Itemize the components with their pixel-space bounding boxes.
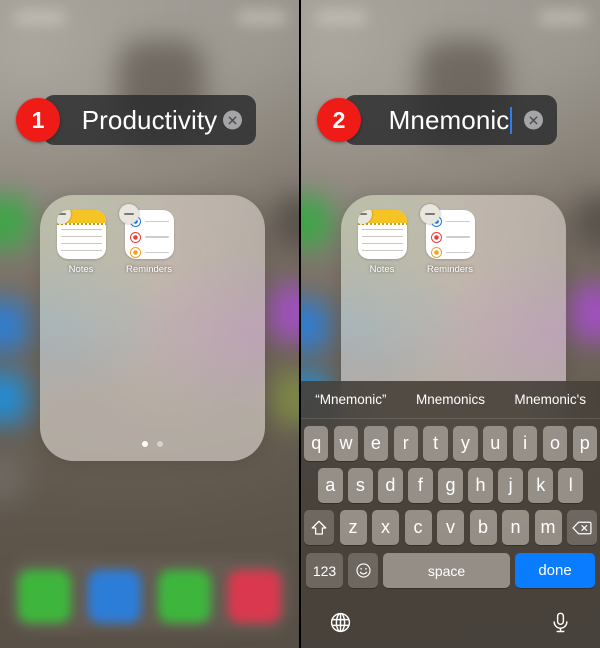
key-i[interactable]: i bbox=[512, 426, 538, 461]
app-label-notes: Notes bbox=[68, 264, 94, 275]
key-f[interactable]: f bbox=[408, 468, 433, 503]
key-b[interactable]: b bbox=[469, 510, 497, 545]
folder-app-reminders[interactable]: Reminders bbox=[115, 204, 183, 275]
status-bar-right-blur-2 bbox=[538, 11, 588, 24]
status-bar-right-blur bbox=[237, 11, 287, 24]
status-bar-left-blur-2 bbox=[315, 11, 367, 24]
keyboard-row-1: q w e r t y u i o p bbox=[301, 426, 600, 461]
app-label-notes-2: Notes bbox=[369, 264, 395, 275]
on-screen-keyboard: “Mnemonic” Mnemonics Mnemonic's q w e r … bbox=[301, 381, 600, 648]
shift-icon[interactable] bbox=[304, 510, 334, 545]
dock-safari-icon[interactable] bbox=[88, 569, 142, 623]
microphone-dictation-icon[interactable] bbox=[549, 611, 572, 634]
key-l[interactable]: l bbox=[558, 468, 584, 503]
emoji-smiley-icon[interactable] bbox=[348, 553, 378, 588]
key-t[interactable]: t bbox=[423, 426, 448, 461]
keyboard-row-4: 123 space done bbox=[301, 553, 600, 588]
key-k[interactable]: k bbox=[528, 468, 553, 503]
suggestion-1[interactable]: Mnemonics bbox=[401, 392, 501, 407]
folder-app-grid: Notes Reminders bbox=[40, 204, 265, 275]
clear-text-icon[interactable]: ✕ bbox=[223, 110, 242, 130]
reminders-icon[interactable] bbox=[419, 204, 475, 259]
key-m[interactable]: m bbox=[534, 510, 562, 545]
folder-name-input[interactable]: Productivity ✕ bbox=[43, 95, 256, 145]
dock-messages-icon[interactable] bbox=[157, 569, 211, 623]
folder-app-notes[interactable]: Notes bbox=[47, 210, 115, 275]
panel-step-2: Notes Reminders 2 Mnemonic ✕ “Mnemonic” … bbox=[301, 0, 600, 648]
folder-name-row: 1 Productivity ✕ bbox=[0, 95, 299, 145]
notes-icon[interactable] bbox=[357, 210, 407, 259]
numeric-keyboard-button[interactable]: 123 bbox=[306, 553, 343, 588]
app-label-reminders: Reminders bbox=[126, 264, 172, 275]
key-a[interactable]: a bbox=[317, 468, 343, 503]
app-label-reminders-2: Reminders bbox=[427, 264, 473, 275]
step-badge-2: 2 bbox=[317, 98, 361, 142]
folder-name-value: Productivity bbox=[81, 104, 218, 135]
key-v[interactable]: v bbox=[437, 510, 464, 545]
key-r[interactable]: r bbox=[393, 426, 418, 461]
keyboard-row-2: a s d f g h j k l bbox=[301, 468, 600, 503]
key-q[interactable]: q bbox=[304, 426, 329, 461]
dock-music-icon[interactable] bbox=[227, 569, 281, 623]
key-s[interactable]: s bbox=[348, 468, 373, 503]
delete-backspace-icon[interactable] bbox=[567, 510, 597, 545]
key-h[interactable]: h bbox=[468, 468, 493, 503]
space-key[interactable]: space bbox=[383, 553, 510, 588]
dock bbox=[10, 568, 289, 624]
key-w[interactable]: w bbox=[333, 426, 359, 461]
key-x[interactable]: x bbox=[372, 510, 399, 545]
open-folder-panel: Notes Reminders bbox=[40, 195, 265, 461]
folder-name-row-2: 2 Mnemonic ✕ bbox=[301, 95, 600, 145]
folder-name-input-2[interactable]: Mnemonic ✕ bbox=[344, 95, 557, 145]
key-z[interactable]: z bbox=[339, 510, 367, 545]
autocorrect-suggestion-bar: “Mnemonic” Mnemonics Mnemonic's bbox=[301, 381, 600, 419]
folder-page-dots bbox=[40, 441, 265, 447]
keyboard-bottom-bar bbox=[301, 596, 600, 648]
status-bar-2 bbox=[301, 0, 600, 34]
text-cursor bbox=[510, 106, 513, 134]
delete-app-badge-reminders-2[interactable] bbox=[419, 204, 440, 224]
status-bar bbox=[0, 0, 299, 34]
key-u[interactable]: u bbox=[483, 426, 508, 461]
key-g[interactable]: g bbox=[438, 468, 463, 503]
key-n[interactable]: n bbox=[502, 510, 529, 545]
folder-app-notes-2[interactable]: Notes bbox=[348, 210, 416, 275]
page-dot-1[interactable] bbox=[142, 441, 148, 447]
key-e[interactable]: e bbox=[363, 426, 389, 461]
folder-app-grid-2: Notes Reminders bbox=[341, 204, 566, 275]
suggestion-0[interactable]: “Mnemonic” bbox=[301, 392, 401, 407]
step-badge-1: 1 bbox=[16, 98, 60, 142]
folder-app-reminders-2[interactable]: Reminders bbox=[416, 204, 484, 275]
done-key[interactable]: done bbox=[515, 553, 595, 588]
page-dot-2[interactable] bbox=[157, 441, 163, 447]
globe-language-icon[interactable] bbox=[329, 611, 352, 634]
suggestion-2[interactable]: Mnemonic's bbox=[500, 392, 600, 407]
delete-app-badge-reminders[interactable] bbox=[118, 204, 139, 224]
key-o[interactable]: o bbox=[542, 426, 568, 461]
key-j[interactable]: j bbox=[498, 468, 523, 503]
status-bar-left-blur bbox=[14, 11, 66, 24]
keyboard-row-3: z x c v b n m bbox=[301, 510, 600, 545]
screenshot-stage: Notes Reminders 1 Productivity ✕ Notes R… bbox=[0, 0, 600, 648]
key-p[interactable]: p bbox=[572, 426, 597, 461]
key-y[interactable]: y bbox=[453, 426, 478, 461]
folder-name-value-2: Mnemonic bbox=[388, 104, 510, 135]
panel-step-1: Notes Reminders 1 Productivity ✕ bbox=[0, 0, 299, 648]
clear-text-icon[interactable]: ✕ bbox=[524, 110, 543, 130]
dock-phone-icon[interactable] bbox=[18, 569, 72, 623]
key-d[interactable]: d bbox=[378, 468, 403, 503]
reminders-icon[interactable] bbox=[118, 204, 174, 259]
notes-icon[interactable] bbox=[56, 210, 106, 259]
key-c[interactable]: c bbox=[404, 510, 432, 545]
